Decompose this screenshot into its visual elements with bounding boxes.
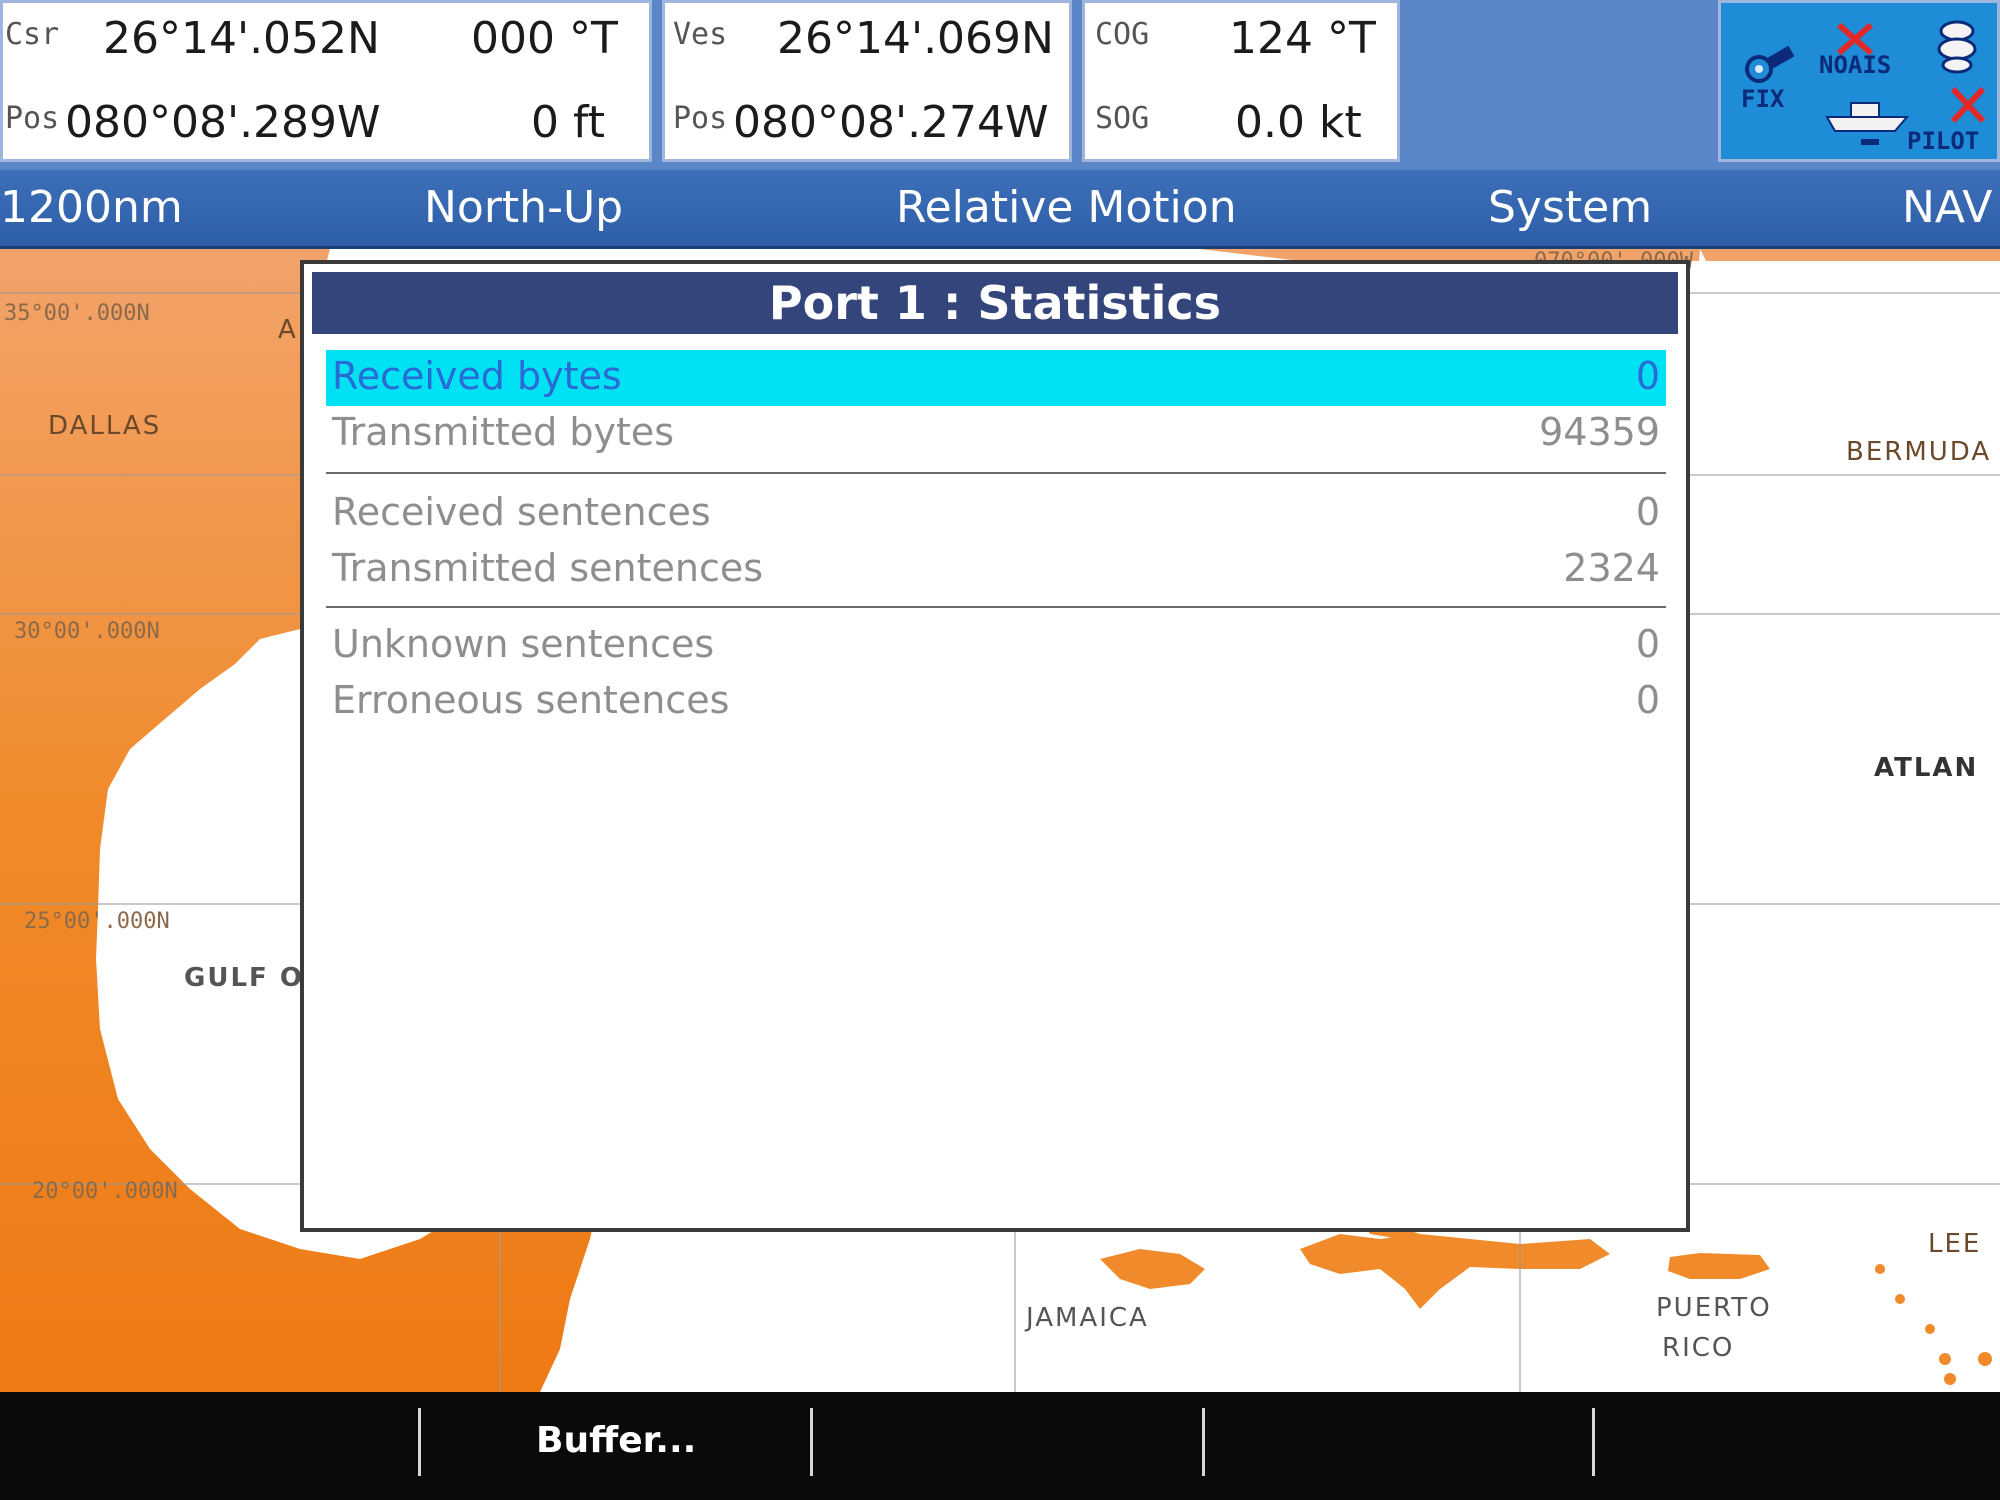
latitude-label-35n: 35°00'.000N — [4, 301, 150, 326]
latitude-label-30n: 30°00'.000N — [14, 619, 160, 644]
depth-sounder-icon — [1937, 20, 1977, 74]
cursor-range: 0 ft — [531, 97, 605, 148]
softkey-divider — [1202, 1408, 1205, 1476]
cursor-latitude: 26°14'.052N — [103, 13, 380, 64]
stat-value: 0 — [1635, 622, 1660, 666]
place-leeward: LEE — [1928, 1229, 1982, 1259]
port-statistics-dialog: Port 1 : Statistics Received bytes 0 Tra… — [300, 260, 1690, 1232]
cog-label: COG — [1095, 17, 1150, 52]
vessel-longitude: 080°08'.274W — [733, 97, 1049, 148]
place-puerto: PUERTO — [1656, 1293, 1772, 1323]
range-button[interactable]: 1200nm — [0, 182, 183, 233]
softkey-5[interactable] — [1596, 1392, 2000, 1500]
stat-value: 0 — [1635, 354, 1660, 398]
stat-label: Received sentences — [332, 490, 711, 534]
soft-key-bar: Buffer... — [0, 1392, 2000, 1500]
fix-status: FIX — [1741, 85, 1785, 113]
place-partial-a: A — [278, 315, 298, 345]
cog-value: 124 °T — [1229, 13, 1376, 64]
stat-value: 94359 — [1539, 410, 1660, 454]
satellite-fix-icon — [1745, 45, 1795, 83]
stat-label: Transmitted sentences — [332, 546, 764, 590]
cursor-position-panel[interactable]: Csr 26°14'.052N 000 °T Pos 080°08'.289W … — [0, 0, 652, 162]
sog-label: SOG — [1095, 101, 1150, 136]
vessel-position-panel[interactable]: Ves 26°14'.069N Pos 080°08'.274W — [662, 0, 1072, 162]
system-menu-button[interactable]: System — [1488, 182, 1652, 233]
softkey-3[interactable] — [814, 1392, 1200, 1500]
stat-row-received-bytes[interactable]: Received bytes 0 — [326, 350, 1666, 406]
stat-row-received-sentences[interactable]: Received sentences 0 — [326, 486, 1666, 542]
status-indicators-panel[interactable]: FIX NOAIS PILOT — [1718, 0, 2000, 162]
stat-row-transmitted-bytes[interactable]: Transmitted bytes 94359 — [326, 406, 1666, 462]
stat-value: 0 — [1635, 490, 1660, 534]
stat-row-transmitted-sentences[interactable]: Transmitted sentences 2324 — [326, 542, 1666, 598]
softkey-4[interactable] — [1206, 1392, 1592, 1500]
place-jamaica: JAMAICA — [1026, 1303, 1149, 1333]
cursor-label: Csr — [5, 17, 60, 52]
sog-value: 0.0 kt — [1235, 97, 1362, 148]
motion-mode-button[interactable]: Relative Motion — [896, 182, 1237, 233]
cursor-bearing: 000 °T — [471, 13, 618, 64]
place-rico: RICO — [1662, 1333, 1735, 1363]
divider — [326, 472, 1666, 474]
position-data-bar: Csr 26°14'.052N 000 °T Pos 080°08'.289W … — [0, 0, 2000, 170]
autopilot-icon — [1950, 86, 1986, 124]
vessel-label: Ves — [673, 17, 728, 52]
orientation-button[interactable]: North-Up — [424, 182, 623, 233]
softkey-divider — [1592, 1408, 1595, 1476]
stat-label: Unknown sentences — [332, 622, 715, 666]
puerto-rico-land — [1668, 1253, 1770, 1279]
divider — [326, 606, 1666, 608]
vessel-latitude: 26°14'.069N — [777, 13, 1054, 64]
latitude-label-20n: 20°00'.000N — [32, 1179, 178, 1204]
stat-label: Received bytes — [332, 354, 622, 398]
latitude-label-25n: 25°00'.000N — [24, 909, 170, 934]
dialog-title: Port 1 : Statistics — [312, 272, 1678, 334]
noais-status: NOAIS — [1819, 51, 1892, 79]
cursor-longitude: 080°08'.289W — [65, 97, 381, 148]
place-bermuda: BERMUDA — [1846, 437, 1992, 467]
softkey-divider — [810, 1408, 813, 1476]
buffer-softkey[interactable]: Buffer... — [536, 1420, 696, 1461]
stat-value: 2324 — [1563, 546, 1660, 590]
stat-row-erroneous-sentences[interactable]: Erroneous sentences 0 — [326, 674, 1666, 730]
stat-label: Erroneous sentences — [332, 678, 730, 722]
nav-mode-button[interactable]: NAV — [1902, 182, 1992, 233]
stat-row-unknown-sentences[interactable]: Unknown sentences 0 — [326, 618, 1666, 674]
pilot-status: PILOT — [1907, 127, 1980, 155]
softkey-1[interactable] — [0, 1392, 420, 1500]
stat-value: 0 — [1635, 678, 1660, 722]
hispaniola-land — [1300, 1234, 1610, 1309]
place-dallas: DALLAS — [48, 411, 162, 441]
softkey-divider — [418, 1408, 421, 1476]
place-atlantic: ATLAN — [1874, 753, 1979, 783]
vessel-pos-label: Pos — [673, 101, 728, 136]
cog-sog-panel[interactable]: COG 124 °T SOG 0.0 kt — [1082, 0, 1400, 162]
stat-label: Transmitted bytes — [332, 410, 675, 454]
cursor-pos-label: Pos — [5, 101, 60, 136]
chart-menu-bar: 1200nm North-Up Relative Motion System N… — [0, 170, 2000, 249]
ship-ais-icon — [1825, 102, 1910, 145]
jamaica-land — [1100, 1249, 1205, 1289]
